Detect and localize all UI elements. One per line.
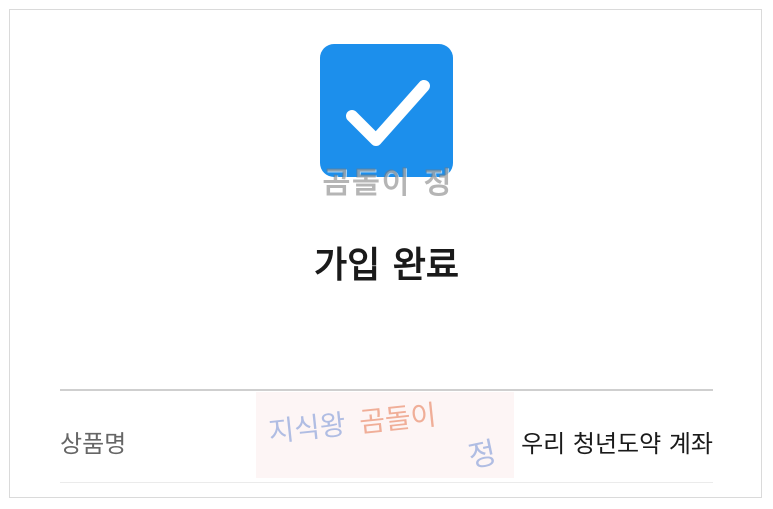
divider-bottom — [60, 482, 713, 483]
product-name-label: 상품명 — [60, 430, 127, 458]
stamp-text-a: 지식왕 — [266, 407, 348, 449]
divider — [60, 389, 713, 391]
watermark-text: 곰돌이 정 — [322, 166, 454, 201]
stamp-text-b: 곰돌이 — [357, 398, 438, 440]
page-title: 가입 완료 — [313, 245, 459, 286]
product-name-value: 우리 청년도약 계좌 — [521, 430, 713, 458]
